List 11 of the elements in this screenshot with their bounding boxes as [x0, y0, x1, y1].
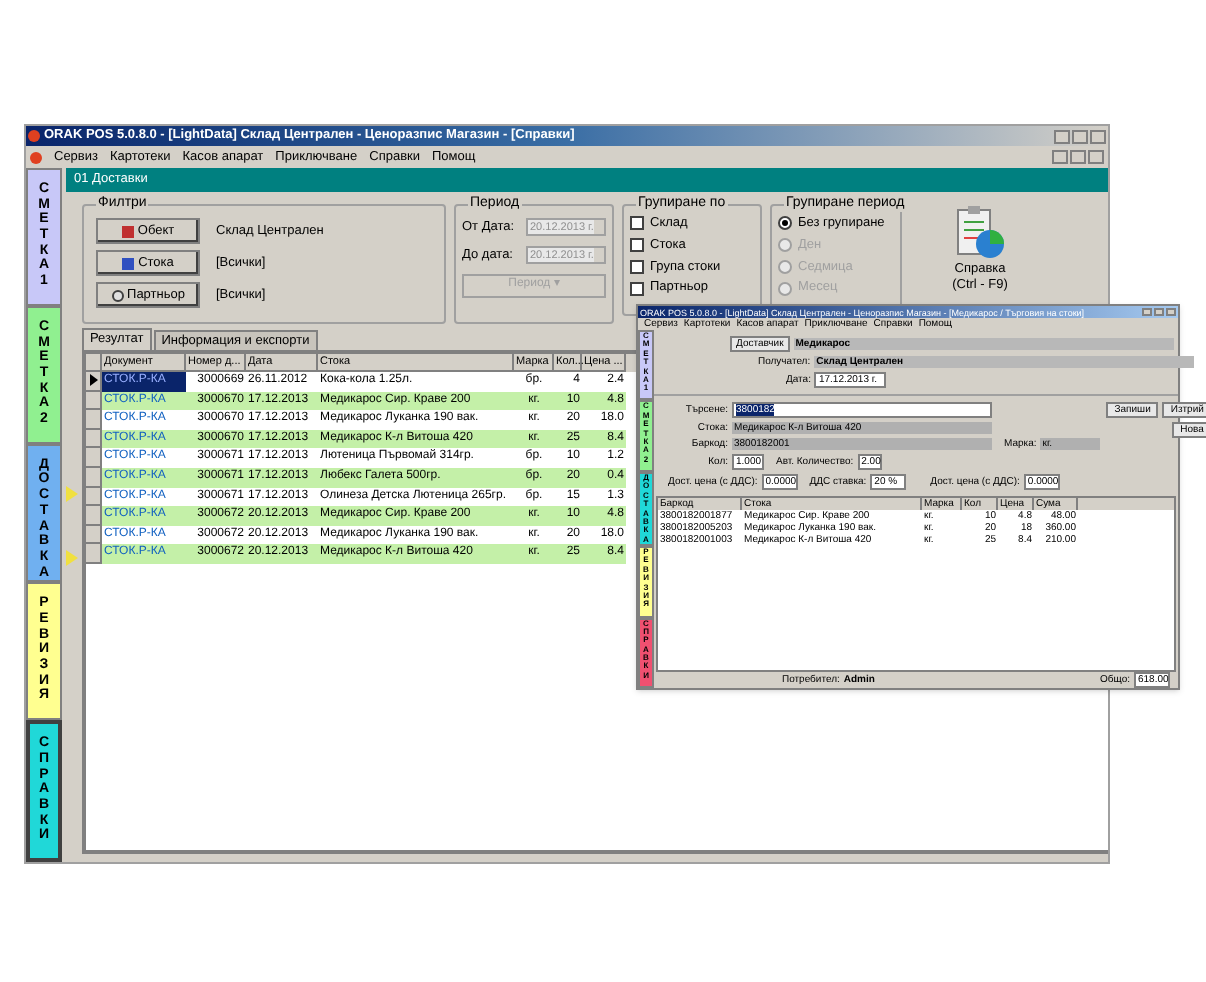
- row-pointer-icon: [89, 374, 97, 387]
- checkbox[interactable]: [630, 259, 644, 274]
- checkbox[interactable]: [630, 281, 644, 296]
- radio-button[interactable]: [778, 216, 792, 231]
- arrow-icon: [66, 550, 78, 566]
- arrow-icon: [66, 486, 78, 502]
- row-header[interactable]: [86, 372, 102, 392]
- report-chart-icon: [952, 206, 1008, 262]
- checkbox[interactable]: [630, 216, 644, 231]
- person-icon: [111, 289, 124, 301]
- checkbox[interactable]: [630, 238, 644, 253]
